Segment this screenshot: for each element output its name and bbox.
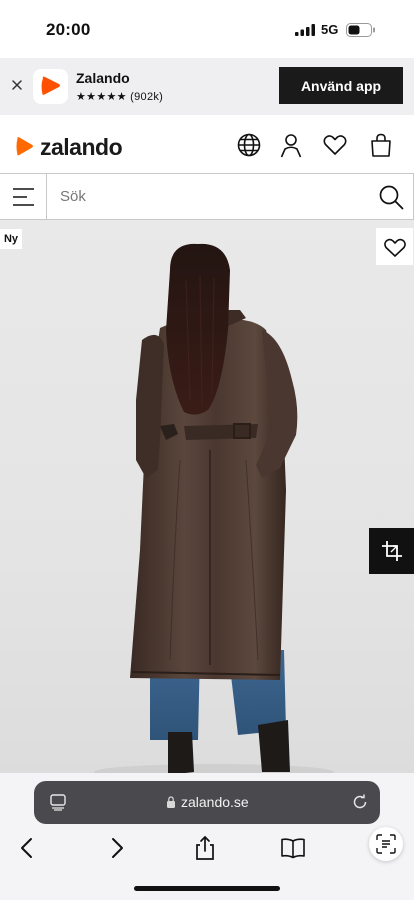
heart-icon[interactable] <box>322 132 348 158</box>
forward-icon[interactable] <box>104 835 130 861</box>
app-banner: Zalando ★★★★★ (902k) Använd app <box>0 58 414 115</box>
search-input[interactable] <box>47 174 367 219</box>
lock-icon <box>167 796 175 808</box>
new-badge: Ny <box>0 229 22 249</box>
signal-icon <box>295 24 315 36</box>
wishlist-button[interactable] <box>376 228 413 265</box>
site-header: zalando <box>0 115 414 173</box>
back-icon[interactable] <box>14 835 40 861</box>
share-icon[interactable] <box>192 835 218 861</box>
search-icon[interactable] <box>378 184 404 210</box>
search-bar <box>0 173 414 220</box>
bookmarks-icon[interactable] <box>280 835 306 861</box>
browser-toolbar: zalando.se <box>0 773 414 900</box>
zalando-logo-icon <box>16 137 33 156</box>
product-photo <box>94 243 334 780</box>
crop-icon <box>381 541 402 561</box>
status-time: 20:00 <box>46 20 91 39</box>
text-scan-icon <box>376 834 396 854</box>
app-name: Zalando <box>76 70 130 86</box>
url-text: zalando.se <box>181 794 249 810</box>
network-type: 5G <box>321 22 339 37</box>
zalando-logo[interactable]: zalando <box>12 133 123 160</box>
home-indicator <box>134 886 280 891</box>
menu-button[interactable] <box>0 174 47 219</box>
product-image[interactable]: Ny <box>0 220 414 780</box>
globe-icon[interactable] <box>236 132 262 158</box>
reload-icon[interactable] <box>351 793 369 811</box>
zalando-app-icon <box>33 69 68 104</box>
open-app-button[interactable]: Använd app <box>279 67 403 104</box>
moon-icon <box>100 22 106 34</box>
bag-icon[interactable] <box>368 132 394 158</box>
page: 20:00 5G Zalando ★★★★★ (902k) Använd app… <box>0 0 414 900</box>
crop-button[interactable] <box>369 528 414 574</box>
status-bar: 20:00 5G <box>0 0 414 58</box>
address-bar[interactable]: zalando.se <box>34 781 380 824</box>
menu-icon <box>13 188 34 206</box>
close-icon[interactable] <box>10 78 24 92</box>
app-rating: ★★★★★ (902k) <box>76 91 164 103</box>
logo-text: zalando <box>40 133 123 160</box>
battery-icon <box>346 23 375 37</box>
user-icon[interactable] <box>278 132 304 158</box>
text-scan-button[interactable] <box>369 827 403 861</box>
tabs-icon[interactable] <box>50 794 66 811</box>
wishlist-heart-icon <box>383 238 406 257</box>
